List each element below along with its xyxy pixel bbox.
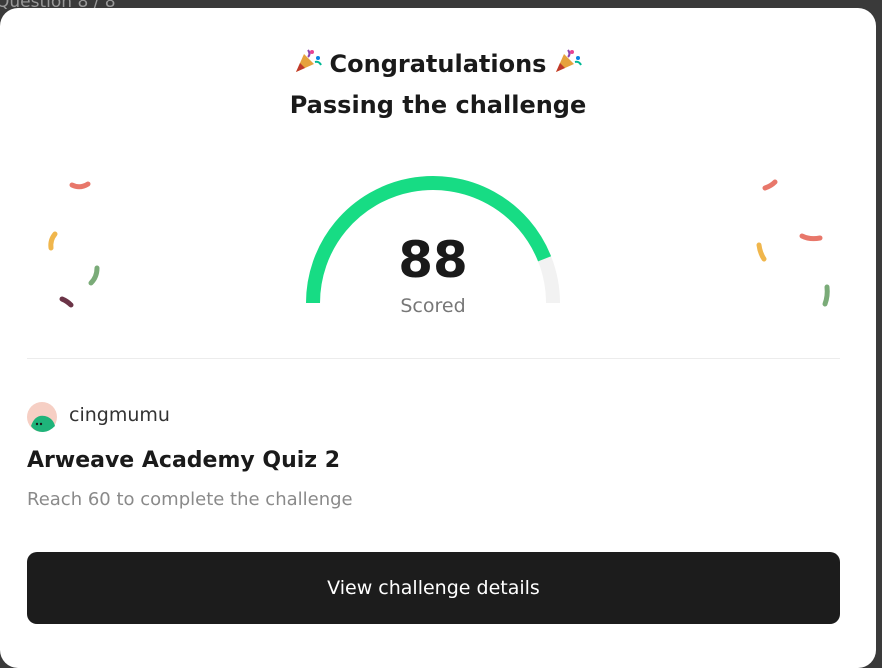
score-value: 88: [398, 231, 468, 289]
score-label: Scored: [400, 295, 466, 317]
confetti-piece: [762, 179, 778, 191]
result-modal: Congratulations Passing the challenge 88…: [0, 8, 876, 668]
view-challenge-details-button[interactable]: View challenge details: [27, 552, 840, 624]
pass-requirement: Reach 60 to complete the challenge: [27, 489, 353, 510]
confetti-piece: [69, 181, 91, 190]
avatar: [27, 402, 57, 432]
divider: [27, 358, 840, 359]
author-name: cingmumu: [69, 404, 170, 426]
quiz-title: Arweave Academy Quiz 2: [27, 448, 341, 473]
